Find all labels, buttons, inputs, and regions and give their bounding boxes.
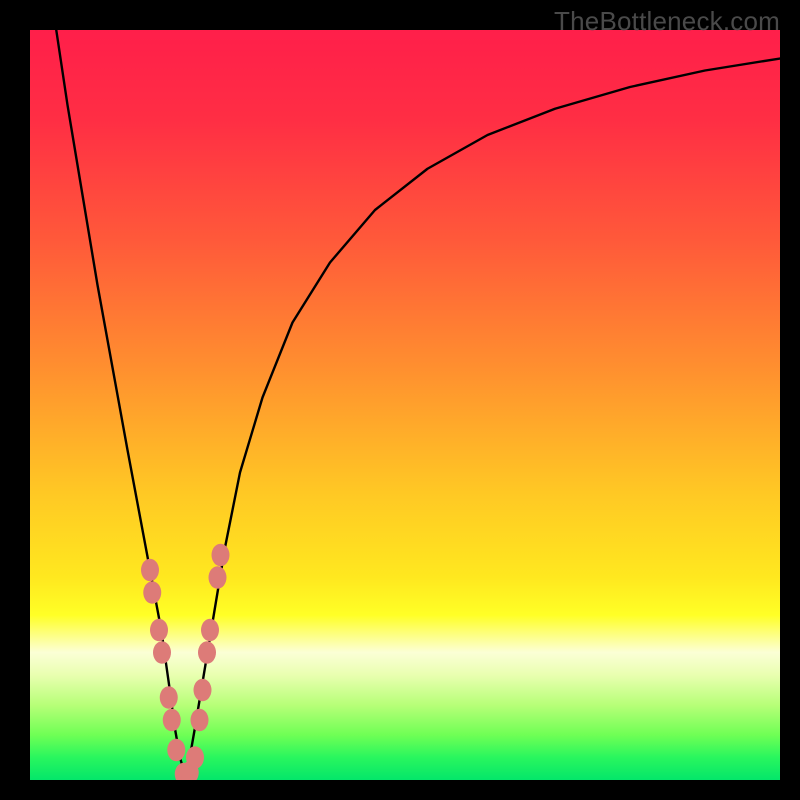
curve-marker — [143, 581, 161, 604]
curve-marker — [201, 619, 219, 642]
curve-marker — [163, 709, 181, 732]
bottleneck-curve — [56, 30, 780, 776]
curve-marker — [150, 619, 168, 642]
plot-area — [30, 30, 780, 780]
curve-marker — [153, 641, 171, 664]
curve-marker — [191, 709, 209, 732]
curve-marker — [141, 559, 159, 582]
watermark-text: TheBottleneck.com — [554, 6, 780, 37]
chart-svg — [30, 30, 780, 780]
curve-marker — [167, 739, 185, 762]
curve-marker — [160, 686, 178, 709]
curve-marker — [198, 641, 216, 664]
curve-markers — [141, 544, 230, 780]
curve-marker — [209, 566, 227, 589]
curve-marker — [194, 679, 212, 702]
curve-marker — [212, 544, 230, 567]
curve-marker — [186, 746, 204, 769]
chart-frame: TheBottleneck.com — [0, 0, 800, 800]
